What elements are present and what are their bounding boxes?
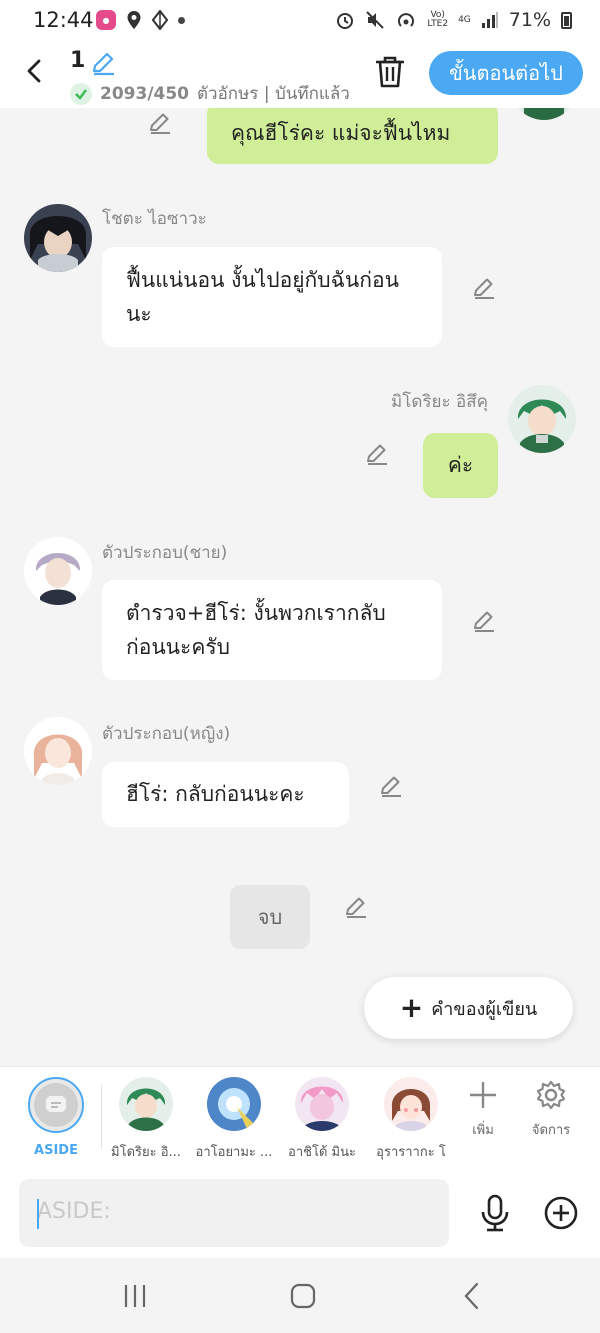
back-arrow-icon[interactable] <box>20 56 50 86</box>
status-left-icons: ● <box>96 10 185 30</box>
character-label: อาโอยามะ ... <box>195 1145 273 1160</box>
author-note-button[interactable]: + คำของผู้เขียน <box>364 977 573 1039</box>
character-ashido[interactable]: อาชิโด้ มินะ <box>277 1077 367 1162</box>
chat-area[interactable]: คุณฮีโร่คะ แม่จะฟื้นไหม โชตะ ไอซาวะ ฟื้น… <box>0 108 600 1066</box>
character-label: ASIDE <box>34 1143 78 1158</box>
edit-message-pencil-icon[interactable] <box>378 773 404 799</box>
network-type: Vo) LTE2 <box>427 10 449 29</box>
message-input[interactable]: ASIDE: <box>19 1179 449 1247</box>
avatar-midoriya[interactable] <box>508 385 576 453</box>
hotspot-icon <box>398 13 415 27</box>
message-bubble[interactable]: ฮีโร่: กลับก่อนนะคะ <box>102 762 349 827</box>
edit-title-pencil-icon[interactable] <box>89 49 117 77</box>
avatar-extra-female[interactable] <box>24 717 92 785</box>
character-midoriya[interactable]: มิโดริยะ อิ... <box>101 1077 191 1162</box>
character-aoyama[interactable]: อาโอยามะ ... <box>189 1077 279 1162</box>
text-caret <box>37 1199 39 1229</box>
trash-icon[interactable] <box>372 52 408 92</box>
add-character-label: เพิ่ม <box>472 1123 494 1138</box>
signal-icon <box>481 12 498 28</box>
microphone-icon[interactable] <box>478 1194 512 1232</box>
system-back-icon[interactable] <box>460 1282 484 1310</box>
plus-icon <box>470 1082 496 1108</box>
edit-message-pencil-icon[interactable] <box>471 275 497 301</box>
alarm-icon <box>337 13 354 29</box>
app-notification-icon: ● <box>96 10 116 30</box>
plus-icon: + <box>399 991 424 1024</box>
character-avatar <box>119 1077 173 1131</box>
speaker-name: ตัวประกอบ(หญิง) <box>102 724 231 744</box>
input-bar: ASIDE: <box>0 1170 600 1258</box>
character-aside[interactable]: ASIDE <box>11 1077 101 1158</box>
status-bar: 12:44 ● Vo) LTE2 4G 71% <box>0 0 600 44</box>
add-character-button[interactable]: เพิ่ม <box>453 1079 513 1140</box>
speaker-name: ตัวประกอบ(ชาย) <box>102 543 228 563</box>
avatar-extra-male[interactable] <box>24 537 92 605</box>
manage-characters-label: จัดการ <box>531 1123 571 1138</box>
character-avatar <box>207 1077 261 1131</box>
notification-dot-icon <box>178 16 185 24</box>
diamond-icon <box>152 10 168 30</box>
avatar-midoriya-partial[interactable] <box>510 108 578 120</box>
edit-end-pencil-icon[interactable] <box>343 894 369 920</box>
saved-check-icon <box>70 82 92 105</box>
character-avatar <box>384 1077 438 1131</box>
avatar-aizawa[interactable] <box>24 204 92 272</box>
character-label: อุราราากะ โ <box>376 1145 446 1160</box>
save-status: 2093/450 ตัวอักษร | บันทึกแล้ว <box>70 80 350 107</box>
character-bar: ASIDE มิโดริยะ อิ... อาโอยามะ ... อาชิโด… <box>0 1066 600 1170</box>
recent-apps-icon[interactable] <box>122 1283 148 1309</box>
character-avatar <box>295 1077 349 1131</box>
battery-percent: 71% <box>508 9 551 31</box>
home-icon[interactable] <box>290 1283 316 1309</box>
character-label: อาชิโด้ มินะ <box>288 1145 356 1160</box>
manage-characters-button[interactable]: จัดการ <box>521 1079 581 1140</box>
message-bubble[interactable]: ค่ะ <box>423 433 498 498</box>
system-nav-bar <box>0 1258 600 1333</box>
gear-icon <box>536 1080 566 1110</box>
status-right-icons: Vo) LTE2 4G 71% <box>335 9 572 31</box>
edit-message-pencil-icon[interactable] <box>471 608 497 634</box>
character-uraraka[interactable]: อุราราากะ โ <box>366 1077 456 1162</box>
aside-avatar <box>28 1077 84 1133</box>
end-marker[interactable]: จบ <box>230 885 310 949</box>
message-bubble[interactable]: ตำรวจ+ฮีโร่: งั้นพวกเรากลับก่อนนะครับ <box>102 580 442 680</box>
character-label: มิโดริยะ อิ... <box>111 1145 181 1160</box>
mute-icon <box>366 11 385 29</box>
message-bubble[interactable]: ฟื้นแน่นอน งั้นไปอยู่กับฉันก่อนนะ <box>102 247 442 347</box>
save-status-label: ตัวอักษร | บันทึกแล้ว <box>197 84 350 104</box>
next-step-button[interactable]: ขั้นตอนต่อไป <box>429 51 583 95</box>
author-note-label: คำของผู้เขียน <box>431 998 538 1020</box>
battery-icon <box>561 11 572 29</box>
speaker-name: โชตะ ไอซาวะ <box>102 209 207 229</box>
edit-message-pencil-icon[interactable] <box>147 110 173 136</box>
add-circle-icon[interactable] <box>543 1195 579 1231</box>
chat-bubble-icon <box>46 1096 66 1112</box>
location-pin-icon <box>127 11 141 29</box>
status-time: 12:44 <box>33 8 94 32</box>
episode-number: 1 <box>70 48 86 73</box>
character-count: 2093/450 <box>100 83 190 104</box>
edit-message-pencil-icon[interactable] <box>364 441 390 467</box>
message-bubble[interactable]: คุณฮีโร่คะ แม่จะฟื้นไหม <box>207 108 498 164</box>
editor-header: 1 2093/450 ตัวอักษร | บันทึกแล้ว ขั้นตอน… <box>0 44 600 108</box>
network-gen: 4G <box>458 14 471 25</box>
speaker-name: มิโดริยะ อิสึคุ <box>391 392 488 412</box>
